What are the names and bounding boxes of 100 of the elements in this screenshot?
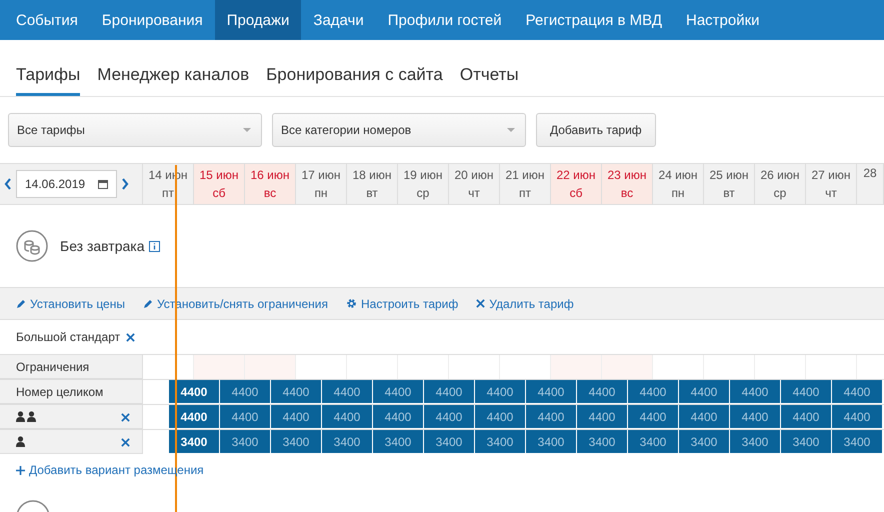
settings-icon	[346, 298, 357, 309]
price-cell[interactable]: 3400	[679, 430, 730, 454]
pencil-icon	[16, 298, 26, 308]
price-cell[interactable]: 3400	[577, 430, 628, 454]
coins-icon	[16, 230, 48, 262]
price-cell[interactable]: 4400	[322, 405, 373, 429]
day-header: 22 июн сб	[551, 164, 602, 204]
price-cell[interactable]: 3400	[271, 430, 322, 454]
day-header: 21 июн пт	[500, 164, 551, 204]
person-icon	[16, 436, 25, 447]
price-cell[interactable]: 4400	[832, 380, 883, 404]
price-cell[interactable]: 4400	[526, 380, 577, 404]
action-link[interactable]: Настроить тариф	[346, 296, 458, 310]
price-cell[interactable]: 4400	[220, 380, 271, 404]
sub-tab[interactable]: Бронирования с сайта	[266, 65, 443, 96]
price-cell[interactable]: 4400	[424, 405, 475, 429]
price-cell[interactable]: 4400	[577, 405, 628, 429]
price-cell[interactable]: 3400	[526, 430, 577, 454]
price-cell[interactable]: 3400	[424, 430, 475, 454]
close-icon	[121, 438, 130, 446]
nav-tab[interactable]: Задачи	[301, 0, 376, 40]
close-icon	[126, 333, 136, 342]
person-icon	[27, 411, 36, 422]
date-field[interactable]: 14.06.2019	[16, 170, 117, 198]
day-header: 24 июн пн	[653, 164, 704, 204]
price-cell[interactable]: 4400	[475, 380, 526, 404]
chevron-left-icon[interactable]	[4, 178, 12, 190]
sub-tab[interactable]: Менеджер каналов	[97, 65, 250, 96]
tariff-select[interactable]: Все тарифы	[8, 113, 262, 147]
price-cell[interactable]: 4400	[679, 380, 730, 404]
restriction-cell[interactable]	[194, 355, 245, 379]
price-cell[interactable]: 4400	[781, 380, 832, 404]
price-cell[interactable]: 4400	[373, 380, 424, 404]
price-cell[interactable]: 4400	[169, 380, 220, 404]
plus-icon	[16, 466, 25, 474]
nav-tab[interactable]: Настройки	[674, 0, 772, 40]
restriction-cell[interactable]	[551, 355, 602, 379]
nav-tab[interactable]: Продажи	[214, 0, 302, 40]
nav-tab[interactable]: События	[4, 0, 90, 40]
price-cell[interactable]: 3400	[373, 430, 424, 454]
tariff-name: Без завтрака	[60, 238, 145, 254]
close-icon	[121, 412, 130, 422]
price-cell[interactable]: 4400	[424, 380, 475, 404]
price-cell[interactable]: 4400	[271, 405, 322, 429]
price-cell[interactable]: 4400	[169, 405, 220, 429]
day-header: 15 июн сб	[194, 164, 245, 204]
price-cell[interactable]: 4400	[577, 380, 628, 404]
caret-icon	[507, 128, 515, 132]
price-cell[interactable]: 4400	[373, 405, 424, 429]
price-cell[interactable]: 3400	[730, 430, 781, 454]
price-cell[interactable]: 4400	[730, 380, 781, 404]
day-header: 18 июн вт	[347, 164, 398, 204]
action-link[interactable]: Установить цены	[16, 296, 125, 310]
price-cell[interactable]: 4400	[526, 405, 577, 429]
info-icon[interactable]	[148, 240, 160, 252]
price-cell[interactable]: 3400	[322, 430, 373, 454]
calendar-icon	[98, 179, 108, 189]
day-header: 27 июн чт	[806, 164, 857, 204]
price-cell[interactable]: 4400	[475, 405, 526, 429]
add-tariff-button[interactable]: Добавить тариф	[536, 113, 656, 147]
action-link[interactable]: Удалить тариф	[476, 296, 574, 310]
day-header: 28	[857, 164, 884, 204]
price-cell[interactable]: 3400	[628, 430, 679, 454]
day-header: 23 июн вс	[602, 164, 653, 204]
person-icon	[16, 411, 25, 422]
price-cell[interactable]: 3400	[169, 430, 220, 454]
row-label: Номер целиком	[16, 384, 104, 398]
nav-tab[interactable]: Регистрация в МВД	[514, 0, 674, 40]
caret-icon	[243, 128, 251, 132]
day-header: 25 июн вт	[704, 164, 755, 204]
price-cell[interactable]: 4400	[781, 405, 832, 429]
price-cell[interactable]: 3400	[220, 430, 271, 454]
price-cell[interactable]: 4400	[679, 405, 730, 429]
day-header: 17 июн пн	[296, 164, 347, 204]
category-select[interactable]: Все категории номеров	[272, 113, 526, 147]
price-cell[interactable]: 3400	[475, 430, 526, 454]
close-icon	[476, 299, 486, 308]
nav-tab[interactable]: Бронирования	[90, 0, 215, 40]
nav-tab[interactable]: Профили гостей	[376, 0, 514, 40]
pencil-icon	[142, 298, 153, 308]
day-header: 16 июн вс	[245, 164, 296, 204]
day-header: 19 июн ср	[398, 164, 449, 204]
day-header: 20 июн чт	[449, 164, 500, 204]
restriction-cell[interactable]	[245, 355, 296, 379]
price-cell[interactable]: 3400	[781, 430, 832, 454]
restrictions-label: Ограничения	[0, 354, 143, 379]
price-cell[interactable]: 4400	[220, 405, 271, 429]
price-cell[interactable]: 4400	[628, 405, 679, 429]
price-cell[interactable]: 4400	[730, 405, 781, 429]
price-cell[interactable]: 4400	[628, 380, 679, 404]
price-cell[interactable]: 4400	[322, 380, 373, 404]
price-cell[interactable]: 4400	[832, 405, 883, 429]
sub-tab[interactable]: Отчеты	[460, 65, 519, 96]
restriction-cell[interactable]	[602, 355, 653, 379]
room-name: Большой стандарт	[16, 330, 120, 344]
chevron-right-icon[interactable]	[121, 178, 129, 190]
price-cell[interactable]: 4400	[271, 380, 322, 404]
sub-tab[interactable]: Тарифы	[16, 65, 80, 96]
price-cell[interactable]: 3400	[832, 430, 883, 454]
day-header: 26 июн ср	[755, 164, 806, 204]
